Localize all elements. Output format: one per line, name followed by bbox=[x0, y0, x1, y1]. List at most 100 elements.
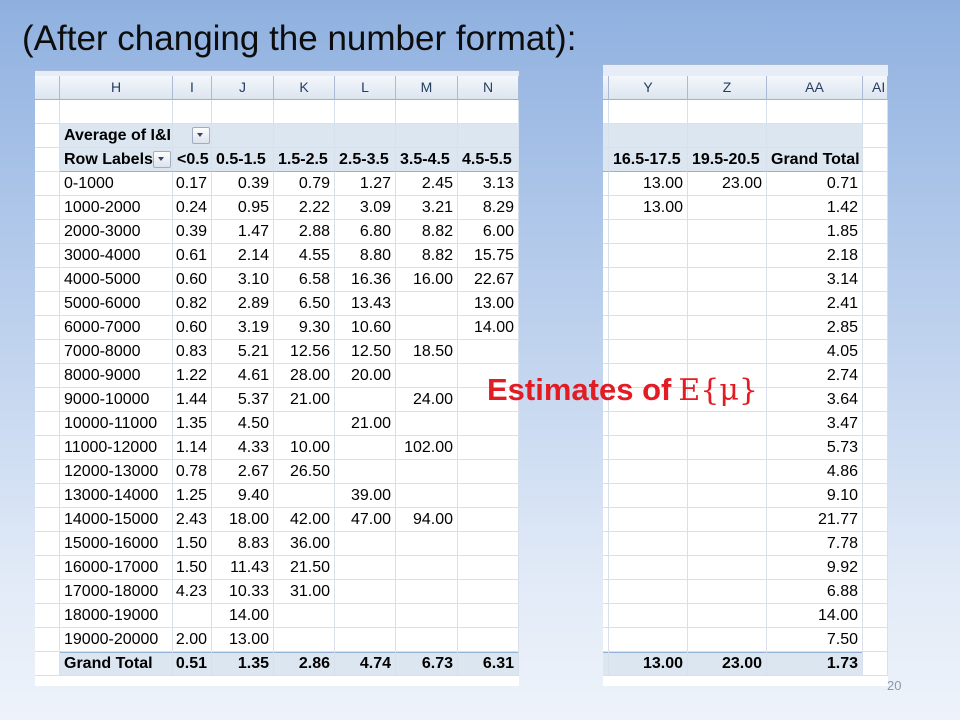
value-cell bbox=[396, 316, 458, 340]
blank-cell bbox=[863, 604, 888, 628]
value-cell bbox=[688, 604, 767, 628]
blank-cell bbox=[35, 580, 60, 604]
value-cell: 31.00 bbox=[274, 580, 335, 604]
row-labels-filter-button[interactable] bbox=[153, 151, 171, 168]
pivot-data-row: 9000-10000 1.44 5.37 21.00 24.00 bbox=[35, 388, 519, 412]
value-cell bbox=[335, 532, 396, 556]
left-pivot-grid: HIJKLMNAverage of I&I CoRow Labels<0.50.… bbox=[35, 76, 519, 676]
blank-cell bbox=[35, 316, 60, 340]
value-cell: 9.30 bbox=[274, 316, 335, 340]
row-label-cell: 8000-9000 bbox=[60, 364, 173, 388]
column-header-I: I bbox=[173, 76, 212, 100]
column-header-H: H bbox=[60, 76, 173, 100]
bin-header-cell: 4.5-5.5 bbox=[458, 148, 519, 172]
pivot-column-labels-row: 16.5-17.5 19.5-20.5 Grand Total bbox=[603, 148, 888, 172]
annotation-expression: E{μ} bbox=[678, 373, 758, 408]
pivot-data-row: 14000-15000 2.43 18.00 42.00 47.00 94.00 bbox=[35, 508, 519, 532]
blank-cell bbox=[35, 244, 60, 268]
value-cell: 9.40 bbox=[212, 484, 274, 508]
value-cell: 3.64 bbox=[767, 388, 863, 412]
value-cell: 4.23 bbox=[173, 580, 212, 604]
pivot-data-row: 13.00 23.00 0.71 bbox=[603, 172, 888, 196]
pivot-data-row: 8000-9000 1.22 4.61 28.00 20.00 bbox=[35, 364, 519, 388]
blank-cell bbox=[35, 172, 60, 196]
value-cell: 0.71 bbox=[767, 172, 863, 196]
value-cell: 20.00 bbox=[335, 364, 396, 388]
blank-cell bbox=[863, 172, 888, 196]
value-cell: 3.13 bbox=[458, 172, 519, 196]
blank-cell bbox=[35, 604, 60, 628]
blank-cell bbox=[35, 652, 60, 676]
value-cell: 4.61 bbox=[212, 364, 274, 388]
blank-row bbox=[603, 100, 888, 124]
blank-cell bbox=[863, 244, 888, 268]
value-cell bbox=[335, 460, 396, 484]
blank-cell bbox=[863, 124, 888, 148]
value-cell: 42.00 bbox=[274, 508, 335, 532]
value-cell: 4.05 bbox=[767, 340, 863, 364]
blank-cell bbox=[767, 100, 863, 124]
value-cell bbox=[609, 628, 688, 652]
value-cell: 13.00 bbox=[458, 292, 519, 316]
value-cell: 0.83 bbox=[173, 340, 212, 364]
blank-cell bbox=[35, 532, 60, 556]
blank-cell bbox=[35, 508, 60, 532]
value-cell: 7.78 bbox=[767, 532, 863, 556]
value-cell: 23.00 bbox=[688, 172, 767, 196]
bin-header-cell: 2.5-3.5 bbox=[335, 148, 396, 172]
row-labels-header: Row Labels bbox=[64, 151, 153, 168]
value-cell bbox=[335, 388, 396, 412]
row-label-cell: 13000-14000 bbox=[60, 484, 173, 508]
row-label-cell: 3000-4000 bbox=[60, 244, 173, 268]
value-cell bbox=[396, 484, 458, 508]
value-cell: 2.89 bbox=[212, 292, 274, 316]
value-cell bbox=[688, 244, 767, 268]
blank-cell bbox=[35, 220, 60, 244]
blank-cell bbox=[863, 364, 888, 388]
value-cell: 8.82 bbox=[396, 220, 458, 244]
value-cell: 8.82 bbox=[396, 244, 458, 268]
pivot-data-row: 13.00 1.42 bbox=[603, 196, 888, 220]
grand-total-value: 6.73 bbox=[396, 652, 458, 676]
value-cell: 0.82 bbox=[173, 292, 212, 316]
value-cell: 14.00 bbox=[212, 604, 274, 628]
value-cell bbox=[274, 628, 335, 652]
value-cell bbox=[173, 604, 212, 628]
left-spreadsheet-excerpt: HIJKLMNAverage of I&I CoRow Labels<0.50.… bbox=[35, 70, 519, 686]
chevron-down-icon bbox=[197, 133, 203, 137]
blank-cell bbox=[863, 340, 888, 364]
value-cell bbox=[458, 556, 519, 580]
row-label-cell: 15000-16000 bbox=[60, 532, 173, 556]
grand-total-value: 0.51 bbox=[173, 652, 212, 676]
sheet-top-edge bbox=[603, 64, 888, 76]
grand-total-value: 23.00 bbox=[688, 652, 767, 676]
value-cell bbox=[688, 292, 767, 316]
value-cell: 24.00 bbox=[396, 388, 458, 412]
value-cell: 8.80 bbox=[335, 244, 396, 268]
value-cell bbox=[688, 268, 767, 292]
pivot-empty-cell bbox=[458, 124, 519, 148]
value-cell: 2.45 bbox=[396, 172, 458, 196]
row-label-cell: 19000-20000 bbox=[60, 628, 173, 652]
value-cell bbox=[458, 460, 519, 484]
value-cell bbox=[458, 628, 519, 652]
value-cell: 47.00 bbox=[335, 508, 396, 532]
blank-cell bbox=[863, 508, 888, 532]
value-cell bbox=[688, 484, 767, 508]
value-cell: 0.39 bbox=[173, 220, 212, 244]
pivot-data-row: 5000-6000 0.82 2.89 6.50 13.43 13.00 bbox=[35, 292, 519, 316]
blank-cell bbox=[60, 100, 173, 124]
blank-cell bbox=[274, 100, 335, 124]
pivot-data-row: 14.00 bbox=[603, 604, 888, 628]
pivot-data-row: 12000-13000 0.78 2.67 26.50 bbox=[35, 460, 519, 484]
pivot-row-labels-row: Row Labels <0.5 0.5-1.5 1.5-2.5 2.5-3.5 3.5-4… bbox=[35, 148, 519, 172]
value-cell bbox=[274, 412, 335, 436]
value-cell: 1.14 bbox=[173, 436, 212, 460]
blank-cell bbox=[35, 196, 60, 220]
value-cell bbox=[688, 580, 767, 604]
column-labels-filter-button[interactable] bbox=[192, 127, 210, 144]
pivot-data-row: 17000-18000 4.23 10.33 31.00 bbox=[35, 580, 519, 604]
pivot-empty-cell bbox=[688, 124, 767, 148]
value-cell bbox=[688, 316, 767, 340]
blank-cell bbox=[35, 340, 60, 364]
